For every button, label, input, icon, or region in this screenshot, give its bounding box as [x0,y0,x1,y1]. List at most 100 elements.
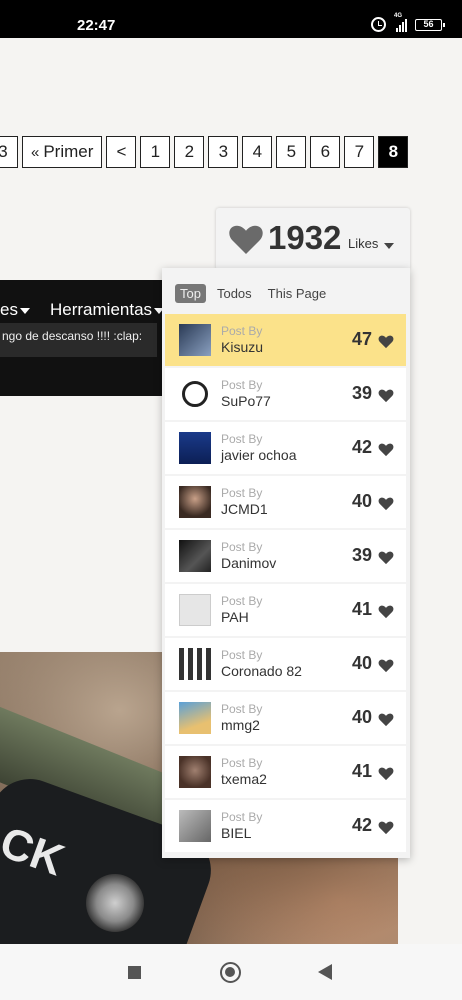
nav-item-tools[interactable]: Herramientas [50,300,165,320]
wolf-avatar [179,756,211,788]
gray-avatar [179,810,211,842]
likes-list: Post By Kisuzu 47 Post By SuPo77 39 Post… [165,314,406,854]
double-chevron-left-icon: « [31,143,40,161]
heart-icon [378,821,394,835]
home-button[interactable] [220,962,241,983]
page-link-6[interactable]: 6 [310,136,341,168]
like-count: 42 [351,815,372,835]
page-link-7[interactable]: 7 [344,136,375,168]
list-item[interactable]: Post By Danimov 39 [165,530,406,582]
list-item[interactable]: Post By Kisuzu 47 [165,314,406,366]
caret-down-icon [19,307,30,314]
likes-panel: Top Todos This Page Post By Kisuzu 47 Po… [162,268,410,858]
battery-icon: 56 [415,18,445,31]
list-item[interactable]: Post By BIEL 42 [165,800,406,852]
heart-icon [378,443,394,457]
status-time: 22:47 [77,17,116,34]
previous-page-button[interactable]: < [106,136,137,168]
post-by-label: Post By [221,486,263,500]
page-link-3[interactable]: 3 [208,136,239,168]
user-name: javier ochoa [221,447,297,463]
page-link-current[interactable]: 8 [378,136,409,168]
post-by-label: Post By [221,324,263,338]
alarm-icon [371,17,386,32]
likes-total: 1932 [268,219,342,256]
post-by-label: Post By [221,810,263,824]
sky-avatar [179,702,211,734]
nav-item-partial[interactable]: es [0,300,30,320]
like-count: 41 [351,599,372,619]
post-by-label: Post By [221,540,263,554]
user-name: mmg2 [221,717,260,733]
user-name: txema2 [221,771,267,787]
forum-nav-bar: es Herramientas ngo de descanso !!!! :cl… [0,280,165,396]
default-avatar [179,594,211,626]
post-by-label: Post By [221,594,263,608]
tab-this-page[interactable]: This Page [263,284,332,303]
face-avatar [179,486,211,518]
tab-top[interactable]: Top [175,284,206,303]
list-item[interactable]: Post By PAH 41 [165,584,406,636]
back-button[interactable] [318,964,332,980]
blue-avatar [179,432,211,464]
watch-avatar [179,324,211,356]
post-by-label: Post By [221,648,263,662]
list-item[interactable]: Post By Coronado 82 40 [165,638,406,690]
list-item[interactable]: Post By SuPo77 39 [165,368,406,420]
list-item[interactable]: Post By mmg2 40 [165,692,406,744]
like-count: 40 [351,707,372,727]
like-count: 42 [351,437,372,457]
heart-icon [378,659,394,673]
page-link-1[interactable]: 1 [140,136,171,168]
dark-avatar [179,540,211,572]
system-nav-bar [0,944,462,1000]
list-item[interactable]: Post By javier ochoa 42 [165,422,406,474]
like-count: 47 [351,329,372,349]
tab-todos[interactable]: Todos [212,284,257,303]
first-page-button[interactable]: « Primer [22,136,103,168]
page-link-2[interactable]: 2 [174,136,205,168]
heart-icon [378,551,394,565]
heart-icon [378,389,394,403]
first-page-label: Primer [43,142,94,161]
user-name: Kisuzu [221,339,264,355]
caret-down-icon [384,243,394,249]
post-by-label: Post By [221,756,263,770]
user-name: SuPo77 [221,393,271,409]
list-item[interactable]: Post By JCMD1 40 [165,476,406,528]
like-count: 39 [351,383,372,403]
page-link-partial[interactable]: 3 [0,136,18,168]
recents-button[interactable] [128,966,141,979]
user-name: JCMD1 [221,501,268,517]
user-name: BIEL [221,825,252,841]
network-type: 4G [394,12,403,19]
heart-icon [229,225,263,254]
heart-icon [378,767,394,781]
watch-button [86,874,144,932]
status-icons: 4G 56 [371,13,445,32]
nav-message: ngo de descanso !!!! :clap: [0,323,157,357]
like-count: 40 [351,653,372,673]
post-by-label: Post By [221,702,263,716]
post-by-label: Post By [221,378,263,392]
watch-face-avatar [179,378,211,410]
likes-toggle[interactable]: 1932 Likes [216,208,410,270]
like-count: 41 [351,761,372,781]
user-name: Danimov [221,555,277,571]
status-bar: 22:47 4G 56 [0,0,462,38]
like-count: 40 [351,491,372,511]
page-link-4[interactable]: 4 [242,136,273,168]
post-by-label: Post By [221,432,263,446]
list-item[interactable]: Post By txema2 41 [165,746,406,798]
watches-avatar [179,648,211,680]
user-name: PAH [221,609,249,625]
pagination: 3 « Primer < 1 2 3 4 5 6 7 8 [0,136,409,168]
user-name: Coronado 82 [221,663,302,679]
page-link-5[interactable]: 5 [276,136,307,168]
heart-icon [378,605,394,619]
likes-tabs: Top Todos This Page [175,284,331,303]
heart-icon [378,713,394,727]
likes-label: Likes [348,236,379,251]
heart-icon [378,497,394,511]
heart-icon [378,335,394,349]
